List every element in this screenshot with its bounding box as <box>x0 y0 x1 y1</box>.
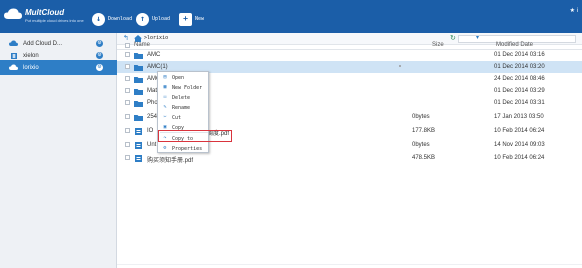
file-date: 14 Nov 2014 09:03 <box>494 142 545 148</box>
download-icon: ↓ <box>92 12 105 26</box>
row-checkbox[interactable] <box>125 64 130 69</box>
context-menu-label: Properties <box>172 145 203 152</box>
list-bottom-divider <box>117 264 582 265</box>
context-menu-delete[interactable]: ☒ Delete <box>158 93 210 102</box>
column-header-modified[interactable]: Modified Date <box>496 42 533 48</box>
properties-icon: ⚙ <box>163 145 167 151</box>
context-menu-label: Open <box>172 74 185 81</box>
row-checkbox[interactable] <box>125 88 130 93</box>
table-row[interactable]: 购买须知手册.pdf 478.5KB 10 Feb 2014 06:24 <box>117 152 582 164</box>
sidebar-item-label: lorixio <box>23 64 39 71</box>
column-header-size[interactable]: Size <box>432 42 444 48</box>
file-date: 10 Feb 2014 06:24 <box>494 128 545 134</box>
multcloud-logo-icon <box>4 8 22 19</box>
context-menu-properties[interactable]: ⚙ Properties <box>158 144 210 153</box>
folder-icon <box>134 89 143 95</box>
file-date: 10 Feb 2014 06:24 <box>494 155 545 161</box>
context-menu-label: Cut <box>172 114 182 121</box>
folder-icon <box>134 53 143 59</box>
file-size: 478.5KB <box>412 155 436 161</box>
folder-icon <box>134 65 143 71</box>
upload-label: Upload <box>152 16 171 22</box>
open-icon: ▤ <box>163 74 167 80</box>
settings-icon[interactable]: ⚙ <box>96 64 103 71</box>
table-row[interactable]: AMC 01 Dec 2014 03:16 <box>117 49 582 61</box>
context-menu-cut[interactable]: ✂ Cut <box>158 113 210 122</box>
sidebar-item-label: xielon <box>23 52 39 59</box>
file-name: AMC(1) <box>147 64 168 70</box>
context-menu-new-folder[interactable]: ▩ New Folder <box>158 83 210 92</box>
sidebar: Add Cloud D... ⚙ xielon ⚙ lorixio ⚙ <box>0 33 117 268</box>
file-date: 01 Dec 2014 03:20 <box>494 64 545 70</box>
folder-icon <box>134 77 143 83</box>
dropbox-icon <box>9 52 18 60</box>
top-bar: MultCloud Put multiple cloud drives into… <box>0 0 582 33</box>
row-checkbox[interactable] <box>125 114 130 119</box>
file-size: 0bytes <box>412 142 430 148</box>
file-date: 17 Jan 2013 03:50 <box>494 114 544 120</box>
file-name: Unt <box>147 142 157 148</box>
file-size: 0bytes <box>412 114 430 120</box>
document-file-icon <box>135 142 142 149</box>
file-name: 购买须知手册.pdf <box>147 158 194 164</box>
context-menu-label: Rename <box>172 104 191 111</box>
column-header-name[interactable]: Name <box>134 42 150 48</box>
context-menu-label: Delete <box>172 94 191 101</box>
sidebar-item-label: Add Cloud D... <box>23 40 63 47</box>
folder-icon <box>134 115 143 121</box>
context-menu-open[interactable]: ▤ Open <box>158 73 210 82</box>
file-date: 01 Dec 2014 03:16 <box>494 52 545 58</box>
folder-icon <box>134 101 143 107</box>
file-date: 01 Dec 2014 03:31 <box>494 100 545 106</box>
new-icon: + <box>179 12 192 26</box>
file-date: 24 Dec 2014 08:46 <box>494 76 545 82</box>
settings-icon[interactable]: ⚙ <box>96 40 103 47</box>
pdf-file-icon <box>135 155 142 162</box>
file-name: IO <box>147 128 154 134</box>
context-menu-rename[interactable]: ✎ Rename <box>158 103 210 112</box>
copy-to-highlight-box <box>158 130 232 142</box>
logo-title: MultCloud <box>25 8 65 17</box>
upload-button[interactable]: ↑ Upload <box>136 12 170 26</box>
row-checkbox[interactable] <box>125 128 130 133</box>
file-name: 254 <box>147 114 158 120</box>
logo-subtitle: Put multiple cloud drives into one <box>25 18 84 23</box>
new-button[interactable]: + New <box>179 12 204 26</box>
context-menu-label: New Folder <box>172 84 203 91</box>
file-name: AMC <box>147 52 161 58</box>
new-folder-icon: ▩ <box>163 84 167 90</box>
select-all-checkbox[interactable] <box>125 43 130 48</box>
delete-icon: ☒ <box>163 94 167 100</box>
new-label: New <box>195 16 205 22</box>
user-menu[interactable]: ★ i <box>570 7 578 14</box>
row-checkbox[interactable] <box>125 142 130 147</box>
row-checkbox[interactable] <box>125 100 130 105</box>
pdf-file-icon <box>135 128 142 135</box>
row-checkbox[interactable] <box>125 155 130 160</box>
row-checkbox[interactable] <box>125 52 130 57</box>
cut-icon: ✂ <box>163 114 167 120</box>
file-size: 177.8KB <box>412 128 436 134</box>
file-name: Mat <box>147 88 158 94</box>
rename-icon: ✎ <box>163 104 167 110</box>
file-date: 01 Dec 2014 03:29 <box>494 88 545 94</box>
sidebar-item-lorixio[interactable]: lorixio ⚙ <box>0 60 117 75</box>
download-label: Download <box>108 16 133 22</box>
row-more-icon[interactable] <box>399 65 401 67</box>
cloud-plus-icon <box>9 40 18 48</box>
settings-icon[interactable]: ⚙ <box>96 52 103 59</box>
chevron-down-icon[interactable]: ▾ <box>476 34 479 41</box>
cloud-icon <box>9 64 18 72</box>
download-button[interactable]: ↓ Download <box>92 12 132 26</box>
upload-icon: ↑ <box>136 12 149 26</box>
multcloud-window: MultCloud Put multiple cloud drives into… <box>0 0 582 268</box>
row-checkbox[interactable] <box>125 76 130 81</box>
